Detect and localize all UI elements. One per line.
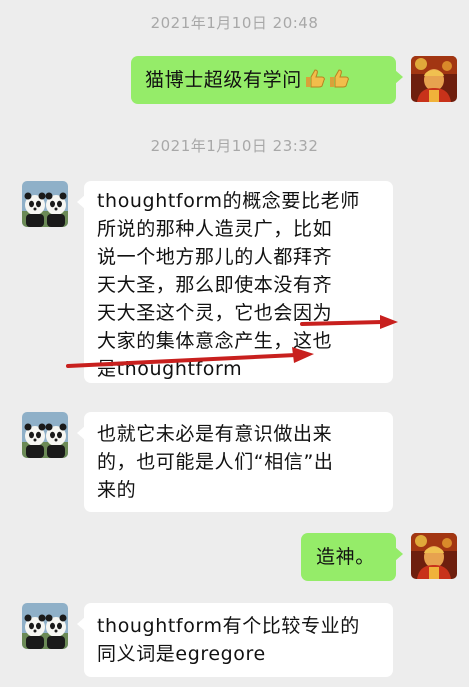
contact-avatar[interactable] — [22, 603, 68, 649]
self-avatar[interactable] — [411, 533, 457, 579]
message-text: 造神。 — [316, 546, 375, 568]
message-line: 来的 — [97, 479, 137, 501]
panda-avatar-icon — [22, 603, 68, 649]
timestamp: 2021年1月10日 20:48 — [150, 14, 319, 32]
message-line: 是thoughtform — [97, 358, 243, 380]
message-line: thoughtform的概念要比老师 — [97, 190, 360, 212]
timestamp: 2021年1月10日 23:32 — [150, 137, 319, 155]
panda-avatar-icon — [22, 181, 68, 227]
message-bubble-sent[interactable]: 猫博士超级有学问 — [131, 56, 403, 104]
message-line: 所说的那种人造灵广，比如 — [97, 218, 333, 240]
contact-avatar[interactable] — [22, 412, 68, 458]
message-bubble-received[interactable]: thoughtform有个比较专业的 同义词是egregore — [77, 603, 393, 677]
thumbs-up-icon — [328, 67, 350, 89]
message-text: 猫博士超级有学问 — [145, 69, 302, 91]
contact-avatar[interactable] — [22, 181, 68, 227]
thumbs-up-icon — [304, 67, 326, 89]
message-line: 的，也可能是人们“相信”出 — [97, 451, 334, 473]
panda-avatar-icon — [22, 412, 68, 458]
message-bubble-received[interactable]: 也就它未必是有意识做出来 的，也可能是人们“相信”出 来的 — [77, 412, 393, 512]
message-bubble-received[interactable]: thoughtform的概念要比老师 所说的那种人造灵广，比如 说一个地方那儿的… — [77, 181, 393, 383]
monk-avatar-icon — [411, 56, 457, 102]
message-bubble-sent[interactable]: 造神。 — [301, 533, 403, 581]
message-line: 天大圣这个灵，它也会因为 — [97, 302, 333, 324]
message-line: 大家的集体意念产生，这也 — [97, 330, 333, 352]
message-line: 说一个地方那儿的人都拜齐 — [97, 246, 333, 268]
message-line: 也就它未必是有意识做出来 — [97, 423, 333, 445]
message-line: 天大圣，那么即使本没有齐 — [97, 274, 333, 296]
monk-avatar-icon — [411, 533, 457, 579]
message-line: thoughtform有个比较专业的 — [97, 615, 360, 637]
message-line: 同义词是egregore — [97, 643, 266, 665]
self-avatar[interactable] — [411, 56, 457, 102]
